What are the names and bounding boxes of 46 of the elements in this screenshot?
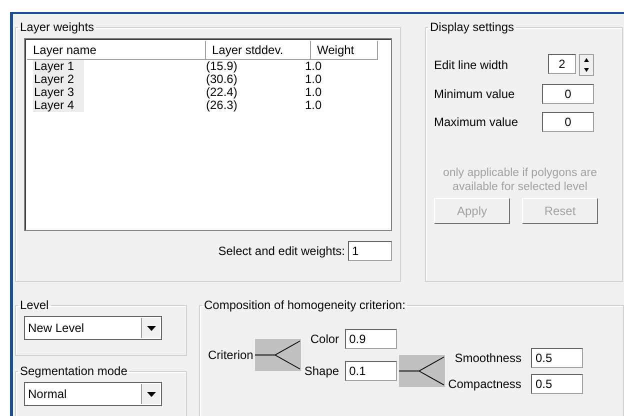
fork-icon [399, 355, 446, 387]
layer-name[interactable]: Layer 3 [33, 86, 84, 99]
table-cell-text: 1.0 [304, 86, 323, 99]
maximum-input[interactable]: 0 [542, 112, 594, 132]
color-weight-input[interactable]: 0.9 [345, 329, 398, 349]
table-cell-text: (26.3) [205, 99, 238, 112]
field-label: Minimum value [434, 87, 515, 101]
field-label: Maximum value [434, 115, 518, 129]
table-cell-text: (22.4) [205, 86, 238, 99]
line-width-input[interactable]: 2 [548, 54, 576, 74]
level-dropdown[interactable]: New Level [24, 316, 162, 340]
group-title: Level [19, 298, 50, 312]
field-label: Compactness [448, 377, 522, 391]
group-title: Display settings [429, 20, 516, 34]
mode-dropdown[interactable]: Normal [24, 382, 162, 406]
layer-name[interactable]: Layer 4 [33, 99, 84, 112]
shape-weight-input[interactable]: 0.1 [345, 361, 398, 381]
field-label: Select and edit weights: [218, 244, 345, 258]
layer-name[interactable]: Layer 1 [33, 60, 84, 73]
column-header[interactable]: Layer name [27, 41, 206, 60]
layer-name[interactable]: Layer 2 [33, 73, 84, 86]
column-header[interactable]: Layer stddev. [206, 41, 311, 60]
table-cell-text: (15.9) [205, 60, 238, 73]
group-title: Composition of homogeneity criterion: [203, 298, 406, 312]
caret-icon [146, 392, 156, 396]
table-cell-text: 1.0 [304, 60, 323, 73]
table-cell-text: (30.6) [205, 73, 238, 86]
minimum-input[interactable]: 0 [542, 84, 594, 104]
field-label: Color [310, 332, 340, 346]
field-label: Criterion [208, 348, 254, 362]
layer-list[interactable]: Layer name Layer stddev. Weight Layer 1 (15.9) 1.0 Layer 2 (30.6) 1.0 Layer 3 (22.4) 1.0 Layer 4 (26.3) 1.0 [24, 38, 392, 231]
caret-icon [146, 326, 156, 330]
group-title: Segmentation mode [19, 364, 128, 378]
field-label: Smoothness [454, 351, 522, 365]
fork-icon [255, 339, 302, 371]
hint-text: only applicable if polygons are available for selected level [442, 166, 598, 194]
field-label: Shape [304, 364, 340, 378]
spin-buttons[interactable] [579, 54, 594, 76]
field-label: Edit line width [434, 58, 508, 72]
column-header[interactable]: Weight [311, 41, 378, 60]
compactness-input[interactable]: 0.5 [531, 374, 584, 394]
table-cell-text: 1.0 [304, 73, 323, 86]
smoothness-input[interactable]: 0.5 [531, 348, 584, 368]
table-cell-text: 1.0 [304, 99, 323, 112]
group-title: Layer weights [19, 20, 96, 34]
weight-input[interactable]: 1 [348, 241, 392, 261]
